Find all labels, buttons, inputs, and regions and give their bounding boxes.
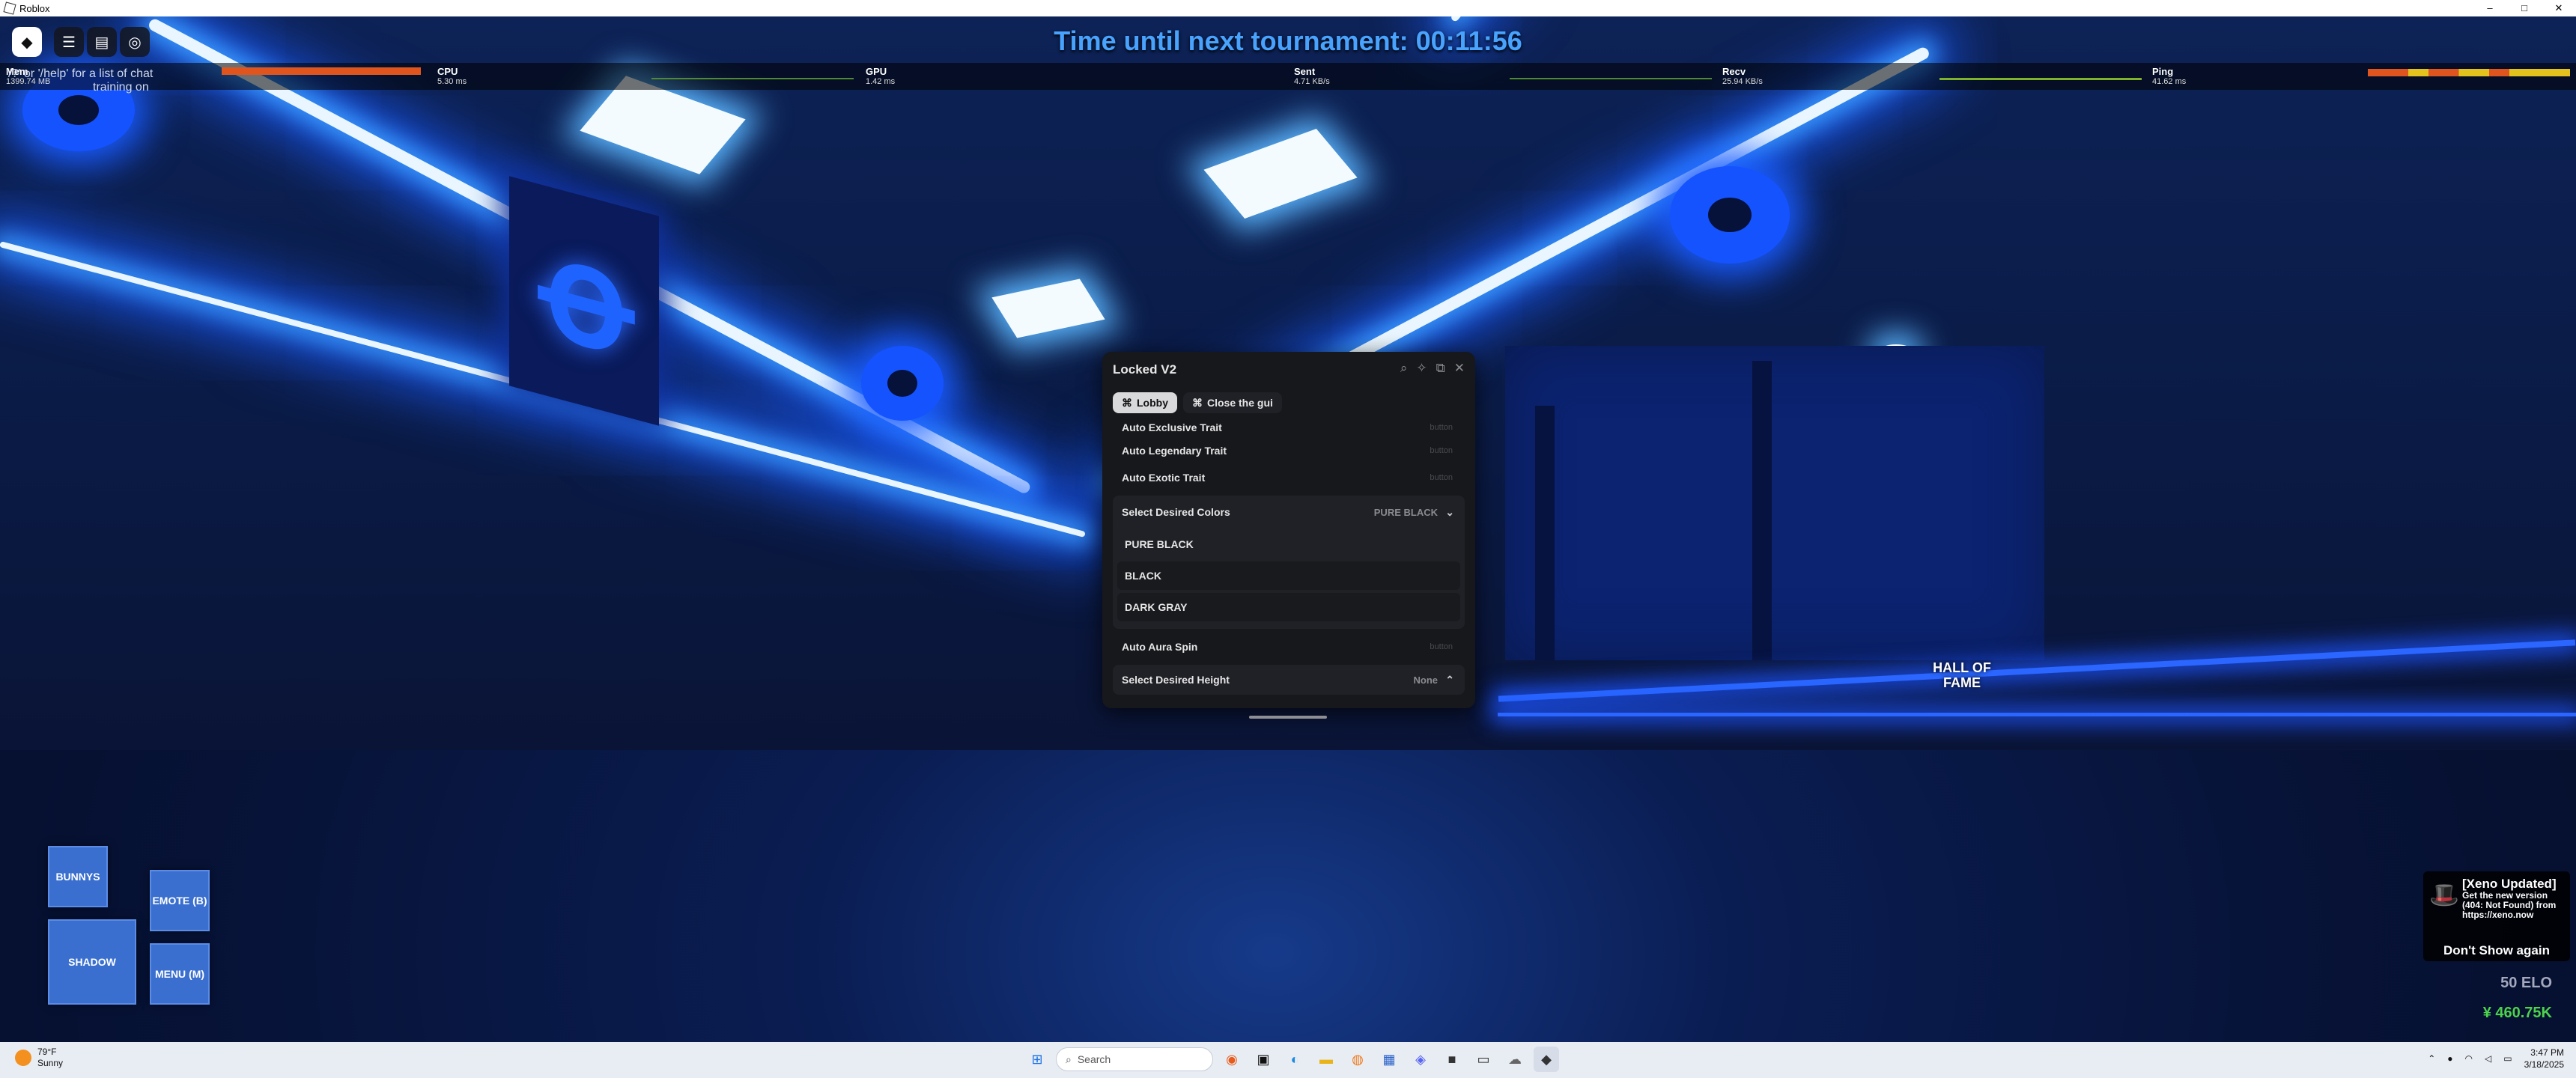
roblox-menu-button[interactable]: ◆ (12, 27, 42, 57)
battery-icon[interactable]: ▭ (2503, 1053, 2512, 1064)
shadow-button[interactable]: SHADOW (48, 919, 136, 1005)
notification-body: Get the new version (404: Not Found) fro… (2462, 890, 2557, 920)
chat-hint: '/?' or '/help' for a list of chat train… (6, 67, 154, 94)
stat-cpu: CPU 5.30 ms (437, 66, 467, 86)
sun-icon (15, 1050, 31, 1066)
window-title: Roblox (19, 2, 50, 14)
hamburger-menu-button[interactable]: ☰ (54, 27, 84, 57)
tournament-timer: Time until next tournament: 00:11:56 (1054, 25, 1522, 56)
settings-icon[interactable]: ✧ (1416, 361, 1427, 376)
chevron-down-icon: ⌄ (1445, 505, 1454, 518)
toggle-auto-exotic-trait[interactable]: Auto Exotic Trait button (1113, 463, 1465, 493)
option-pure-black[interactable]: PURE BLACK (1117, 530, 1460, 558)
wall-pillar (1535, 406, 1555, 660)
chat-toggle-button[interactable]: ▤ (87, 27, 117, 57)
tab-icon: ⌘ (1192, 396, 1203, 409)
minimize-button[interactable]: – (2473, 0, 2507, 16)
task-view-icon[interactable]: ▣ (1251, 1047, 1276, 1072)
popout-icon[interactable]: ⧉ (1436, 361, 1445, 376)
wall-pillar (1752, 361, 1772, 660)
app-icon[interactable]: ■ (1439, 1047, 1465, 1072)
emote-button[interactable]: EMOTE (B) (150, 870, 210, 931)
chevron-up-icon[interactable]: ⌃ (2428, 1053, 2435, 1064)
tab-close-the-gui[interactable]: ⌘ Close the gui (1183, 392, 1282, 413)
stat-graph-recv (1939, 78, 2142, 80)
gui-toolbar: ⌕ ✧ ⧉ ✕ (1400, 361, 1465, 376)
tab-lobby[interactable]: ⌘ Lobby (1113, 392, 1177, 413)
performance-stats-bar: Mem 1399.74 MB CPU 5.30 ms GPU 1.42 ms Sent… (0, 63, 2576, 90)
hall-of-fame-sign: HALL OF FAME (1933, 660, 1991, 690)
toggle-auto-legendary-trait[interactable]: Auto Legendary Trait button (1113, 436, 1465, 466)
search-icon: ⌕ (1066, 1053, 1072, 1065)
file-explorer-icon[interactable]: ▬ (1313, 1047, 1339, 1072)
money-display: ¥ 460.75K (2482, 1005, 2552, 1021)
widgets-icon[interactable]: ◉ (1219, 1047, 1245, 1072)
hat-icon: 🎩 (2429, 881, 2459, 908)
floor-light-line (1498, 713, 2576, 716)
system-tray: ⌃ ● ◠ ◁ ▭ 3:47 PM 3/18/2025 (2428, 1047, 2564, 1071)
gui-title: Locked V2 (1113, 362, 1177, 377)
stat-graph-sent (1510, 78, 1712, 79)
stat-graph-mem (222, 67, 421, 75)
cloud-app-icon[interactable]: ☁ (1502, 1047, 1528, 1072)
locked-gui-window: Locked V2 ⌕ ✧ ⧉ ✕ ⌘ Lobby ⌘ Close the gu… (1102, 352, 1475, 708)
hexagon-decoration (1670, 166, 1790, 264)
maximize-button[interactable]: □ (2507, 0, 2542, 16)
back-wall (1505, 346, 2044, 660)
taskbar-search-input[interactable]: ⌕ Search (1056, 1047, 1213, 1071)
notification-title: [Xeno Updated] (2462, 877, 2557, 891)
close-icon[interactable]: ✕ (1454, 361, 1465, 376)
chevron-up-icon: ⌃ (1445, 673, 1454, 686)
roblox-logo-icon: ◆ (21, 34, 33, 51)
discord-icon[interactable]: ◈ (1408, 1047, 1433, 1072)
voice-toggle-button[interactable]: ◎ (120, 27, 150, 57)
color-options: PURE BLACK BLACK DARK GRAY (1113, 524, 1465, 629)
stat-recv: Recv 25.94 KB/s (1722, 66, 1763, 86)
stat-ping: Ping 41.62 ms (2152, 66, 2187, 86)
logo-glyph: ꝋ (539, 209, 634, 386)
firefox-icon[interactable]: ◍ (1345, 1047, 1370, 1072)
dropdown-desired-colors[interactable]: Select Desired Colors PURE BLACK ⌄ (1113, 496, 1465, 529)
chat-icon: ▤ (94, 34, 109, 51)
wifi-icon[interactable]: ◠ (2465, 1053, 2473, 1064)
stat-sent: Sent 4.71 KB/s (1294, 66, 1330, 86)
microphone-icon[interactable]: ● (2447, 1053, 2452, 1064)
toggle-auto-aura-spin[interactable]: Auto Aura Spin button (1113, 632, 1465, 662)
wall-logo-banner: ꝋ (509, 176, 659, 426)
bunnys-button[interactable]: BUNNYS (48, 846, 108, 907)
hamburger-icon: ☰ (62, 34, 76, 51)
store-icon[interactable]: ▦ (1376, 1047, 1402, 1072)
stat-gpu: GPU 1.42 ms (866, 66, 896, 86)
tab-icon: ⌘ (1122, 396, 1132, 409)
headphones-icon: ◎ (128, 34, 142, 51)
xeno-update-notification: 🎩 [Xeno Updated] Get the new version (40… (2423, 871, 2570, 961)
stat-graph-cpu (651, 78, 854, 79)
taskbar-apps: ⊞ ⌕ Search ◉ ▣ ◐ ▬ ◍ ▦ ◈ ■ ▭ ☁ ◆ (1024, 1047, 1559, 1072)
menu-button[interactable]: MENU (M) (150, 943, 210, 1005)
stat-graph-ping (2368, 69, 2570, 76)
gui-drag-handle[interactable] (1249, 716, 1327, 719)
start-icon[interactable]: ⊞ (1024, 1047, 1050, 1072)
gui-option-list: Auto Exclusive Trait button Auto Legenda… (1113, 419, 1465, 695)
edge-browser-icon[interactable]: ◐ (1282, 1047, 1307, 1072)
hexagon-decoration (861, 346, 944, 421)
close-window-button[interactable]: ✕ (2542, 0, 2576, 16)
elo-display: 50 ELO (2500, 975, 2552, 991)
weather-widget[interactable]: 79°F Sunny (15, 1047, 63, 1069)
dont-show-again-button[interactable]: Don't Show again (2423, 943, 2570, 958)
volume-icon[interactable]: ◁ (2485, 1053, 2491, 1064)
dropdown-desired-height[interactable]: Select Desired Height None ⌃ (1113, 665, 1465, 695)
roblox-taskbar-icon[interactable]: ◆ (1534, 1047, 1559, 1072)
option-dark-gray[interactable]: DARK GRAY (1117, 593, 1460, 621)
option-black[interactable]: BLACK (1117, 561, 1460, 590)
window-titlebar: Roblox – □ ✕ (0, 0, 2576, 16)
gui-tabs: ⌘ Lobby ⌘ Close the gui (1113, 392, 1282, 413)
windows-taskbar: 79°F Sunny ⊞ ⌕ Search ◉ ▣ ◐ ▬ ◍ ▦ ◈ ■ ▭ … (0, 1042, 2576, 1078)
window-controls: – □ ✕ (2473, 0, 2576, 16)
terminal-icon[interactable]: ▭ (1471, 1047, 1496, 1072)
roblox-app-icon (3, 1, 16, 15)
search-icon[interactable]: ⌕ (1400, 361, 1408, 376)
taskbar-clock[interactable]: 3:47 PM 3/18/2025 (2524, 1047, 2564, 1071)
toggle-auto-exclusive-trait[interactable]: Auto Exclusive Trait button (1113, 419, 1465, 436)
